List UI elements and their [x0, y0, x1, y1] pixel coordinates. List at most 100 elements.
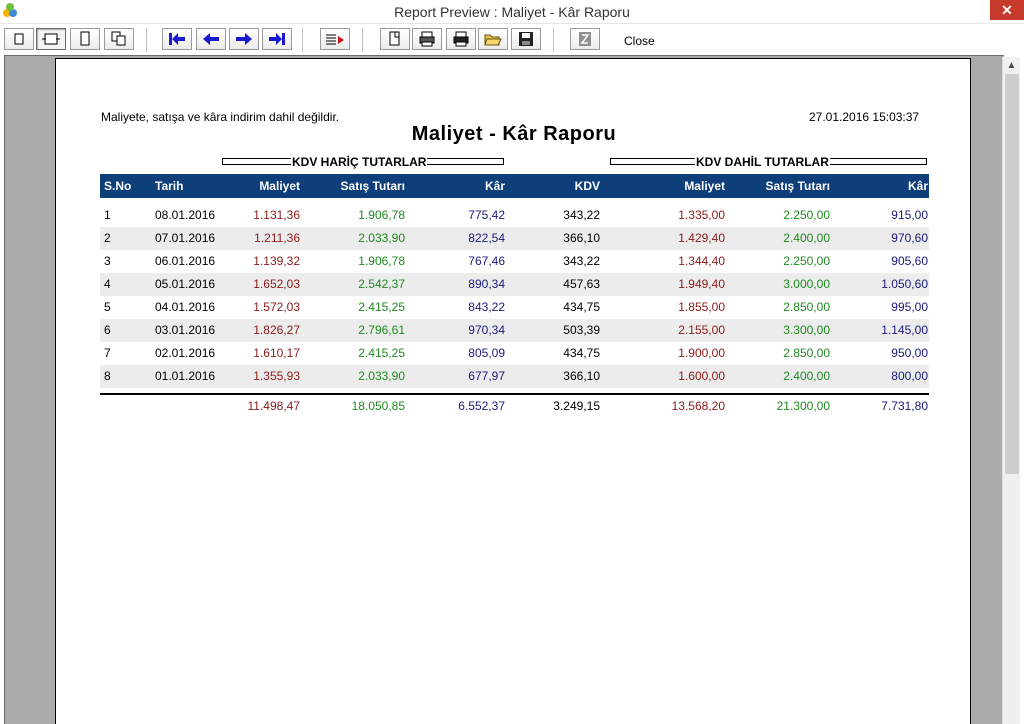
go-to-page-button[interactable]: [320, 28, 350, 50]
cell-sno: 6: [104, 323, 111, 337]
floppy-disk-icon: [519, 32, 533, 46]
cell-cost-incl: 1.855,00: [678, 300, 725, 314]
cell-sales-excl: 2.033,90: [358, 231, 405, 245]
cell-cost-incl: 1.344,40: [678, 254, 725, 268]
total-cost-excl: 11.498,47: [247, 399, 301, 413]
cell-date: 01.01.2016: [155, 369, 216, 383]
cell-sales-excl: 2.415,25: [358, 300, 405, 314]
group-header-incl: KDV DAHİL TUTARLAR: [610, 155, 927, 169]
single-page-view-button[interactable]: [4, 28, 34, 50]
column-header: Tarih: [155, 179, 184, 193]
cell-cost-excl: 1.826,27: [253, 323, 300, 337]
column-header: Maliyet: [684, 179, 725, 193]
cell-sales-incl: 3.000,00: [783, 277, 830, 291]
column-header: Satış Tutarı: [340, 179, 405, 193]
full-page-icon: [80, 31, 90, 46]
group-header-excl-label: KDV HARİÇ TUTARLAR: [291, 155, 428, 169]
cell-vat: 366,10: [563, 369, 600, 383]
total-sales-incl: 21.300,00: [776, 399, 830, 413]
cell-profit-incl: 970,60: [891, 231, 928, 245]
toolbar-separator: [362, 28, 364, 52]
scrollbar-thumb[interactable]: [1005, 74, 1019, 474]
print-button[interactable]: [446, 28, 476, 50]
left-arrow-icon: [203, 33, 219, 45]
cell-profit-incl: 800,00: [891, 369, 928, 383]
cell-profit-excl: 822,54: [468, 231, 505, 245]
close-button[interactable]: Close: [624, 34, 655, 48]
multi-page-view-button[interactable]: [104, 28, 134, 50]
multi-page-icon: [111, 31, 126, 46]
cell-profit-incl: 915,00: [891, 208, 928, 222]
cell-date: 02.01.2016: [155, 346, 216, 360]
total-cost-incl: 13.568,20: [671, 399, 725, 413]
last-page-button[interactable]: [262, 28, 292, 50]
cell-sales-excl: 1.906,78: [358, 254, 405, 268]
cell-sales-incl: 2.850,00: [783, 300, 830, 314]
open-file-button[interactable]: [478, 28, 508, 50]
table-row: 2 07.01.2016 1.211,36 2.033,90 822,54 36…: [100, 227, 929, 250]
cell-sno: 2: [104, 231, 111, 245]
scroll-up-icon[interactable]: ▲: [1003, 57, 1020, 74]
toolbar-separator: [146, 28, 148, 52]
cell-sno: 8: [104, 369, 111, 383]
cell-cost-excl: 1.610,17: [253, 346, 300, 360]
window-close-button[interactable]: ✕: [990, 0, 1024, 20]
export-icon: [579, 32, 591, 46]
cell-sales-incl: 2.850,00: [783, 346, 830, 360]
cell-sales-incl: 2.400,00: [783, 231, 830, 245]
cell-date: 03.01.2016: [155, 323, 216, 337]
column-header: Kâr: [907, 179, 928, 193]
total-vat: 3.249,15: [553, 399, 600, 413]
cell-sno: 4: [104, 277, 111, 291]
total-profit-incl: 7.731,80: [881, 399, 928, 413]
cell-date: 05.01.2016: [155, 277, 216, 291]
table-row: 8 01.01.2016 1.355,93 2.033,90 677,97 36…: [100, 365, 929, 388]
cell-sno: 7: [104, 346, 111, 360]
window-title: Report Preview : Maliyet - Kâr Raporu: [394, 4, 630, 20]
save-button[interactable]: [511, 28, 541, 50]
total-profit-excl: 6.552,37: [458, 399, 505, 413]
cell-sales-excl: 2.796,61: [358, 323, 405, 337]
page-setup-button[interactable]: [380, 28, 410, 50]
right-arrow-icon: [236, 33, 252, 45]
cell-cost-excl: 1.211,36: [254, 231, 300, 245]
cell-profit-excl: 843,22: [468, 300, 505, 314]
cell-date: 08.01.2016: [155, 208, 216, 222]
cell-date: 06.01.2016: [155, 254, 216, 268]
last-page-arrow-icon: [269, 33, 285, 45]
cell-sno: 5: [104, 300, 111, 314]
cell-sales-excl: 2.033,90: [358, 369, 405, 383]
table-header: S.No Tarih Maliyet Satış Tutarı Kâr KDV …: [100, 174, 929, 198]
vertical-scrollbar[interactable]: ▲: [1002, 57, 1020, 724]
cell-vat: 366,10: [563, 231, 600, 245]
column-header: Maliyet: [259, 179, 300, 193]
page-width-view-button[interactable]: [36, 28, 66, 50]
cell-sales-incl: 3.300,00: [783, 323, 830, 337]
cell-sales-incl: 2.400,00: [783, 369, 830, 383]
cell-cost-incl: 1.900,00: [678, 346, 725, 360]
table-row: 1 08.01.2016 1.131,36 1.906,78 775,42 34…: [100, 204, 929, 227]
cell-vat: 434,75: [563, 300, 600, 314]
cell-sno: 1: [104, 208, 111, 222]
printer-setup-button[interactable]: [412, 28, 442, 50]
cell-cost-incl: 1.949,40: [678, 277, 725, 291]
previous-page-button[interactable]: [196, 28, 226, 50]
next-page-button[interactable]: [229, 28, 259, 50]
toolbar-separator: [302, 28, 304, 52]
first-page-button[interactable]: [162, 28, 192, 50]
cell-date: 04.01.2016: [155, 300, 216, 314]
table-row: 6 03.01.2016 1.826,27 2.796,61 970,34 50…: [100, 319, 929, 342]
go-to-page-icon: [326, 34, 344, 45]
cell-profit-incl: 1.050,60: [881, 277, 928, 291]
cell-sales-excl: 2.415,25: [358, 346, 405, 360]
totals-row: 11.498,47 18.050,85 6.552,37 3.249,15 13…: [100, 393, 929, 417]
export-button[interactable]: [570, 28, 600, 50]
table-row: 3 06.01.2016 1.139,32 1.906,78 767,46 34…: [100, 250, 929, 273]
cell-cost-excl: 1.131,36: [253, 208, 300, 222]
table-row: 4 05.01.2016 1.652,03 2.542,37 890,34 45…: [100, 273, 929, 296]
cell-vat: 434,75: [563, 346, 600, 360]
report-title: Maliyet - Kâr Raporu: [411, 123, 617, 145]
full-page-view-button[interactable]: [70, 28, 100, 50]
first-page-arrow-icon: [169, 33, 185, 45]
toolbar: Close: [0, 25, 1024, 55]
